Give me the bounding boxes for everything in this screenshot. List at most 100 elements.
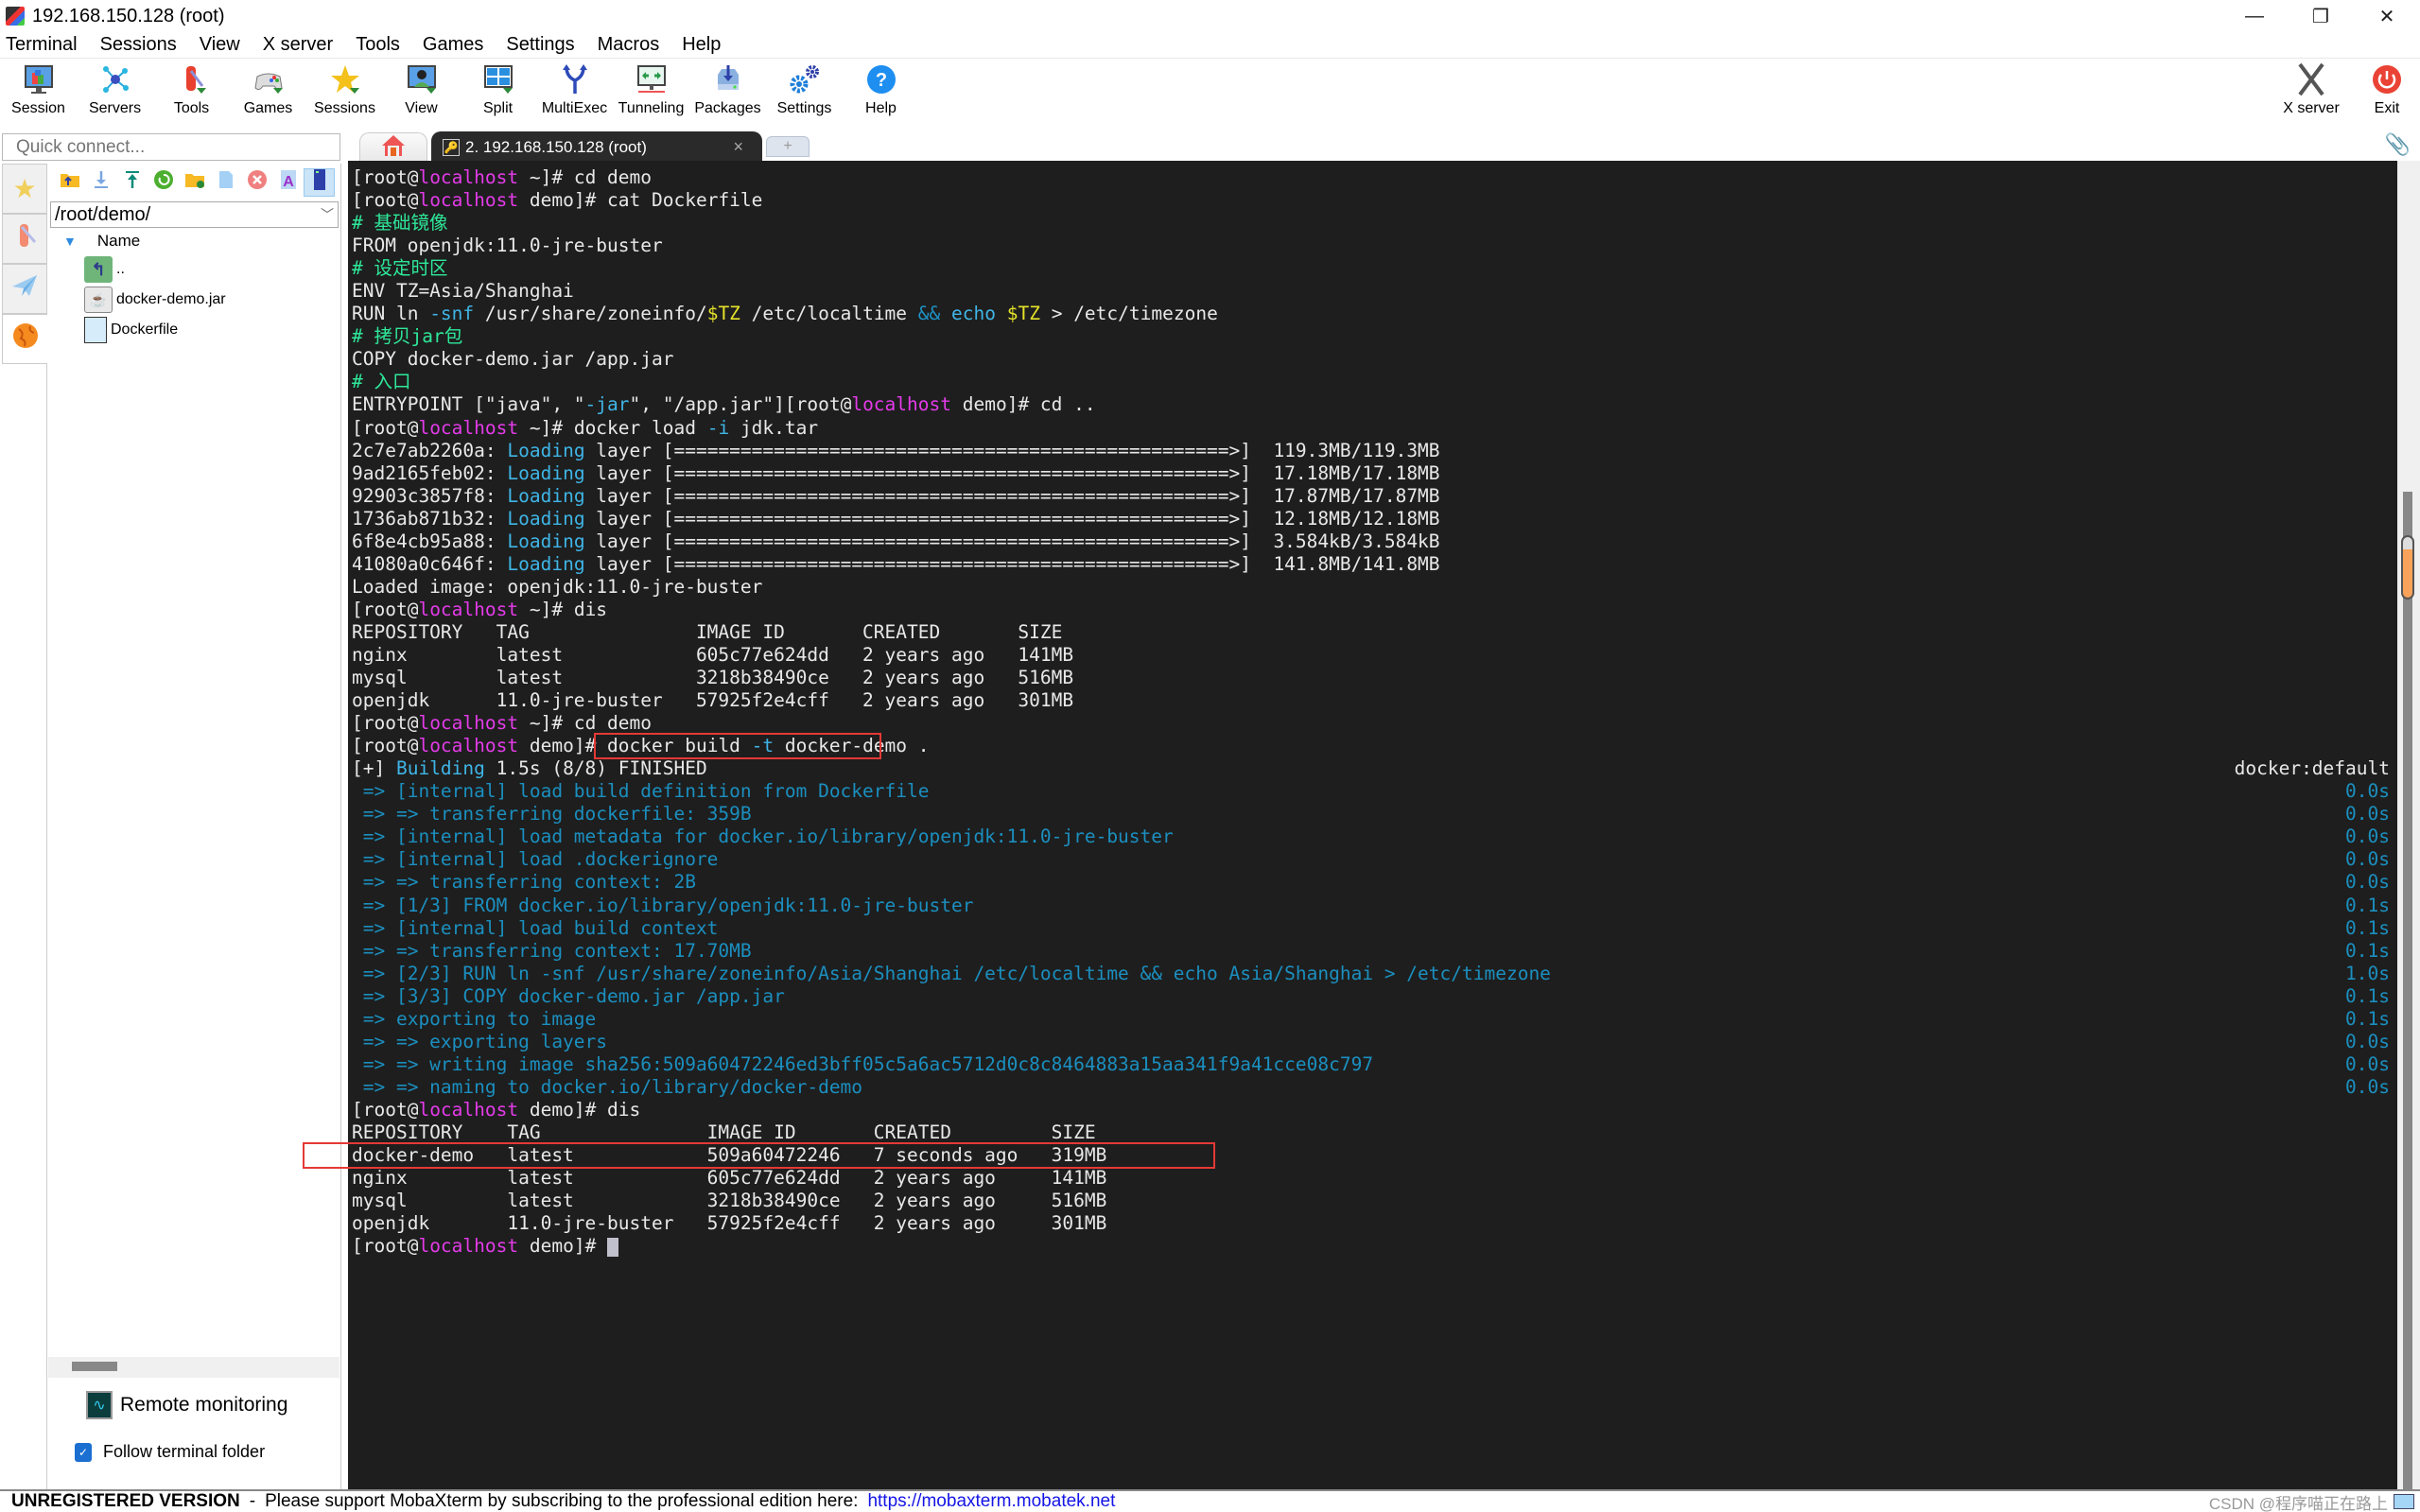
home-tab[interactable] (359, 132, 427, 163)
terminal-panel-button[interactable] (304, 168, 335, 197)
paperclip-icon[interactable]: 📎 (2385, 132, 2411, 157)
terminal-line: => [3/3] COPY docker-demo.jar /app.jar 0.… (352, 985, 2394, 1008)
sftp-path-select[interactable]: /root/demo/ ﹀ (50, 201, 339, 228)
file-row-parent[interactable]: ↰ .. (48, 254, 340, 285)
terminal-text: => => naming to docker.io/library/docker… (352, 1075, 863, 1098)
menu-settings[interactable]: Settings (506, 34, 574, 56)
toolbar-multiexec-button[interactable]: MultiExec (536, 59, 613, 125)
download-button[interactable] (85, 168, 116, 197)
prompt-host: localhost (418, 712, 519, 735)
toolbar-session-button[interactable]: Session (0, 59, 77, 125)
terminal-text: ", "/app.jar"][root@ (629, 393, 852, 416)
terminal-text: [root@ (352, 416, 419, 439)
terminal-line: [root@localhost ~]# cd demo (352, 712, 2394, 735)
terminal-text: 6f8e4cb95a88: (352, 530, 508, 552)
toolbar-servers-button[interactable]: Servers (77, 59, 153, 125)
toolbar-settings-button[interactable]: Settings (766, 59, 843, 125)
toolbar-tools-button[interactable]: Tools (153, 59, 230, 125)
file-icon (84, 317, 107, 343)
scrollbar-thumb[interactable] (72, 1362, 117, 1371)
x-server-icon (2294, 62, 2328, 96)
toolbar-sessions-button[interactable]: Sessions (306, 59, 383, 125)
terminal-text: [root@ (352, 1098, 419, 1121)
games-icon (252, 62, 286, 96)
menu-macros[interactable]: Macros (598, 34, 660, 56)
toolbar-games-button[interactable]: Games (230, 59, 306, 125)
terminal-text: openjdk 11.0-jre-buster 57925f2e4cff 2 y… (352, 689, 1074, 712)
terminal-output[interactable]: [root@localhost ~]# cd demo [root@localho… (348, 161, 2397, 1489)
terminal-text: => => transferring dockerfile: 359B (352, 803, 752, 826)
menu-tools[interactable]: Tools (356, 34, 400, 56)
delete-button[interactable] (241, 168, 272, 197)
toolbar-split-button[interactable]: Split (460, 59, 536, 125)
menu-view[interactable]: View (200, 34, 240, 56)
terminal-text: -i (706, 416, 730, 439)
prompt-host: localhost (418, 189, 519, 212)
toolbar-help-button[interactable]: ? Help (843, 59, 919, 125)
sidebar-tab-tools[interactable] (2, 214, 47, 264)
refresh-button[interactable] (148, 168, 179, 197)
sftp-horizontal-scrollbar[interactable] (48, 1357, 339, 1378)
new-folder-button[interactable] (179, 168, 210, 197)
sidebar-tab-macros[interactable] (2, 264, 47, 314)
close-button[interactable]: ✕ (2354, 0, 2420, 32)
multiexec-icon (558, 62, 592, 96)
restore-button[interactable]: ❐ (2288, 0, 2354, 32)
scrollbar-grip[interactable] (2401, 535, 2414, 600)
toolbar-tunneling-button[interactable]: Tunneling (613, 59, 689, 125)
terminal-text: jdk.tar (729, 416, 819, 439)
terminal-line: # 拷贝jar包 (352, 325, 2394, 348)
upload-button[interactable] (116, 168, 148, 197)
build-step-duration: 0.1s (2345, 894, 2390, 916)
toolbar-x-server-button[interactable]: X server (2269, 59, 2354, 125)
svg-text:?: ? (875, 70, 886, 91)
name-column-header: Name (96, 232, 141, 250)
menu-terminal[interactable]: Terminal (6, 34, 78, 56)
sidebar-tab-sessions[interactable]: ★ (2, 164, 47, 214)
toolbar-view-button[interactable]: View (383, 59, 460, 125)
new-file-button[interactable] (210, 168, 241, 197)
new-tab-button[interactable]: + (766, 136, 810, 157)
terminal-text: => exporting to image (352, 1007, 597, 1030)
terminal-text: ~]# dis (518, 598, 608, 620)
mobatek-link[interactable]: https://mobaxterm.mobatek.net (867, 1491, 1115, 1512)
terminal-text: $TZ (706, 303, 740, 325)
file-row-jar[interactable]: ☕ docker-demo.jar (48, 285, 340, 315)
rename-button[interactable]: A (272, 168, 304, 197)
terminal-line: mysql latest 3218b38490ce 2 years ago 51… (352, 1190, 2394, 1212)
remote-monitoring-button[interactable]: ∿ Remote monitoring (86, 1391, 287, 1419)
session-tab[interactable]: 🔑 2. 192.168.150.128 (root) × (431, 131, 762, 163)
terminal-text: openjdk 11.0-jre-buster 57925f2e4cff 2 y… (352, 1212, 1107, 1235)
menu-x-server[interactable]: X server (263, 34, 333, 56)
file-row-dockerfile[interactable]: Dockerfile (48, 315, 340, 345)
terminal-text: -snf (429, 303, 475, 325)
toolbar-exit-button[interactable]: Exit (2354, 59, 2420, 125)
prompt-host: localhost (418, 416, 519, 439)
follow-terminal-folder-checkbox[interactable]: ✓ Follow terminal folder (75, 1442, 265, 1462)
title-bar: 192.168.150.128 (root) — ❐ ✕ (0, 0, 2420, 32)
menu-games[interactable]: Games (423, 34, 483, 56)
terminal-text: 包 (444, 325, 463, 348)
sidebar-tabs: ★ (2, 164, 47, 1489)
terminal-text: => [internal] load .dockerignore (352, 848, 719, 871)
toolbar-packages-button[interactable]: Packages (689, 59, 766, 125)
toolbar-right: X server Exit (2269, 59, 2420, 125)
globe-icon (11, 322, 40, 356)
close-tab-button[interactable]: × (733, 137, 743, 157)
menu-sessions[interactable]: Sessions (100, 34, 177, 56)
upload-icon (123, 170, 142, 195)
minimize-button[interactable]: — (2221, 0, 2288, 32)
file-list-header[interactable]: ▼ Name (48, 228, 340, 254)
sidebar-tab-sftp[interactable] (2, 314, 47, 364)
terminal-scrollbar[interactable] (2397, 161, 2420, 1489)
menu-help[interactable]: Help (682, 34, 721, 56)
watermark-text: CSDN @程序喵正在路上 (2208, 1494, 2388, 1512)
quick-connect-input[interactable] (2, 133, 340, 161)
monitor-pulse-icon: ∿ (86, 1391, 113, 1419)
sort-triangle-icon: ▼ (63, 234, 77, 249)
scrollbar-thumb[interactable] (2403, 492, 2412, 1489)
terminal-cursor (607, 1237, 619, 1257)
parent-folder-button[interactable] (54, 168, 85, 197)
terminal-line: => => transferring context: 17.70MB 0.1s (352, 940, 2394, 963)
